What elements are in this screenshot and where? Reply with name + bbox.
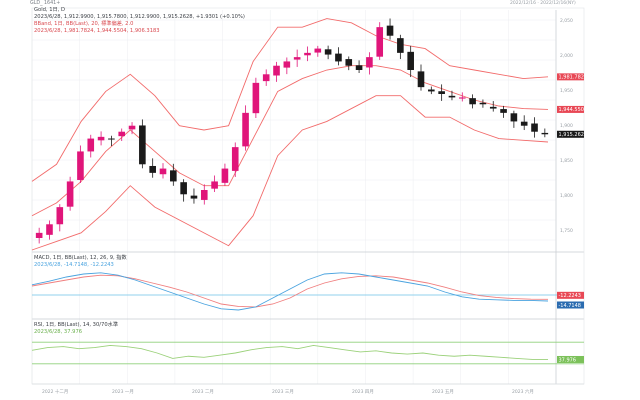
candle-up bbox=[293, 57, 301, 60]
candle-down bbox=[407, 51, 414, 70]
candle-down bbox=[324, 49, 332, 55]
candle-up bbox=[242, 112, 249, 147]
x-tick-label: 2023 二月 bbox=[192, 389, 214, 395]
candle-up bbox=[231, 147, 239, 171]
y-tick-label: 2,000 bbox=[560, 53, 573, 59]
main-info-line1: Gold, 1日, D bbox=[34, 6, 65, 13]
candle-down bbox=[531, 123, 538, 132]
candle-down bbox=[489, 106, 497, 109]
macd-info-line2: 2023/6/28, -14.7148, -12.2243 bbox=[34, 262, 114, 268]
candle-down bbox=[520, 121, 528, 126]
axes: 2,050 2,000 1,950 1,900 1,850 1,800 1,750 2022 … bbox=[42, 18, 573, 395]
x-tick-label: 2022 十二月 bbox=[42, 388, 68, 395]
candle-up bbox=[46, 224, 53, 235]
tag-last: 1,915.2628 bbox=[559, 132, 588, 138]
candle-down bbox=[180, 182, 187, 195]
tag-rsi: 37.976 bbox=[559, 357, 577, 363]
price-tags: 1,981.7824 1,944.5504 1,915.2628 -12.2243 -1… bbox=[557, 73, 587, 363]
candle-down bbox=[139, 125, 146, 165]
candle-up bbox=[87, 138, 95, 152]
x-tick-label: 2023 一月 bbox=[112, 389, 134, 395]
x-tick-label: 2023 四月 bbox=[352, 389, 374, 395]
candle-down bbox=[417, 71, 425, 88]
candle-up bbox=[252, 82, 260, 114]
y-tick-label: 1,850 bbox=[560, 158, 573, 164]
macd-line bbox=[31, 272, 549, 311]
candle-down bbox=[345, 59, 353, 66]
candle-up bbox=[35, 232, 43, 238]
candle-up bbox=[283, 61, 291, 68]
candle-up bbox=[221, 168, 229, 183]
candle-up bbox=[211, 181, 218, 189]
macd-info-line1: MACD, 1日, BB(Last), 12, 26, 9, 指数 bbox=[34, 253, 127, 261]
candle-up bbox=[304, 52, 311, 56]
candle-up bbox=[314, 48, 322, 53]
candle-up bbox=[366, 57, 373, 68]
candle-up bbox=[273, 65, 280, 76]
main-info-line4: 2023/6/28, 1,981.7824, 1,944.5504, 1,906… bbox=[34, 28, 160, 34]
candle-up bbox=[97, 136, 105, 141]
candle-down bbox=[335, 53, 342, 62]
main-info-line3: BBand, 1日, BB(Last), 20, 標準偏差, 2.0 bbox=[34, 19, 133, 27]
x-tick-label: 2023 三月 bbox=[272, 389, 294, 395]
candle-down bbox=[500, 109, 507, 113]
candles bbox=[35, 18, 549, 244]
candle-down bbox=[149, 165, 156, 173]
bb-middle-line bbox=[31, 65, 549, 217]
tag-signal: -12.2243 bbox=[559, 293, 581, 299]
candle-down bbox=[386, 25, 394, 36]
macd-panel bbox=[31, 272, 584, 311]
candle-down bbox=[190, 195, 198, 199]
candle-down bbox=[448, 95, 456, 98]
bollinger-bands bbox=[31, 18, 549, 251]
candle-up bbox=[458, 97, 466, 99]
candle-down bbox=[541, 132, 549, 135]
candle-down bbox=[438, 91, 445, 94]
rsi-info-line2: 2023/6/28, 37.976 bbox=[34, 329, 82, 335]
candle-up bbox=[77, 151, 84, 180]
tag-middle: 1,944.5504 bbox=[559, 107, 588, 113]
tag-macd: -14.7148 bbox=[559, 303, 581, 309]
rsi-line bbox=[31, 344, 548, 360]
candle-up bbox=[118, 131, 126, 137]
y-tick-label: 1,950 bbox=[560, 88, 573, 94]
rsi-panel bbox=[31, 341, 584, 365]
candle-up bbox=[200, 190, 208, 200]
candle-down bbox=[170, 170, 177, 182]
candle-down bbox=[510, 113, 518, 122]
chart-svg[interactable]: 1,981.7824 1,944.5504 1,915.2628 -12.2243 -1… bbox=[0, 0, 640, 400]
candle-down bbox=[479, 102, 487, 105]
candle-down bbox=[428, 89, 435, 92]
rsi-info-line1: RSI, 1日, BB(Last), 14, 30/70水準 bbox=[34, 320, 118, 328]
x-tick-label: 2023 六月 bbox=[512, 388, 534, 395]
x-tick-label: 2023 五月 bbox=[432, 389, 454, 395]
y-tick-label: 1,800 bbox=[560, 193, 573, 199]
candle-down bbox=[469, 98, 476, 105]
candle-down bbox=[355, 65, 363, 70]
candle-down bbox=[397, 38, 404, 53]
candle-up bbox=[128, 125, 136, 130]
candle-up bbox=[262, 74, 270, 82]
candle-up bbox=[159, 168, 167, 175]
y-tick-label: 1,750 bbox=[560, 228, 573, 234]
candle-down bbox=[108, 138, 115, 140]
candle-up bbox=[376, 27, 384, 57]
candle-up bbox=[56, 207, 64, 225]
y-tick-label: 2,050 bbox=[560, 18, 573, 24]
tag-upper: 1,981.7824 bbox=[559, 75, 588, 81]
y-tick-label: 1,900 bbox=[560, 123, 573, 129]
signal-line bbox=[31, 274, 549, 308]
main-info-line2: 2023/6/28, 1,912.9900, 1,915.7800, 1,912… bbox=[34, 14, 245, 20]
bb-lower-line bbox=[31, 95, 549, 251]
candle-up bbox=[66, 181, 74, 207]
